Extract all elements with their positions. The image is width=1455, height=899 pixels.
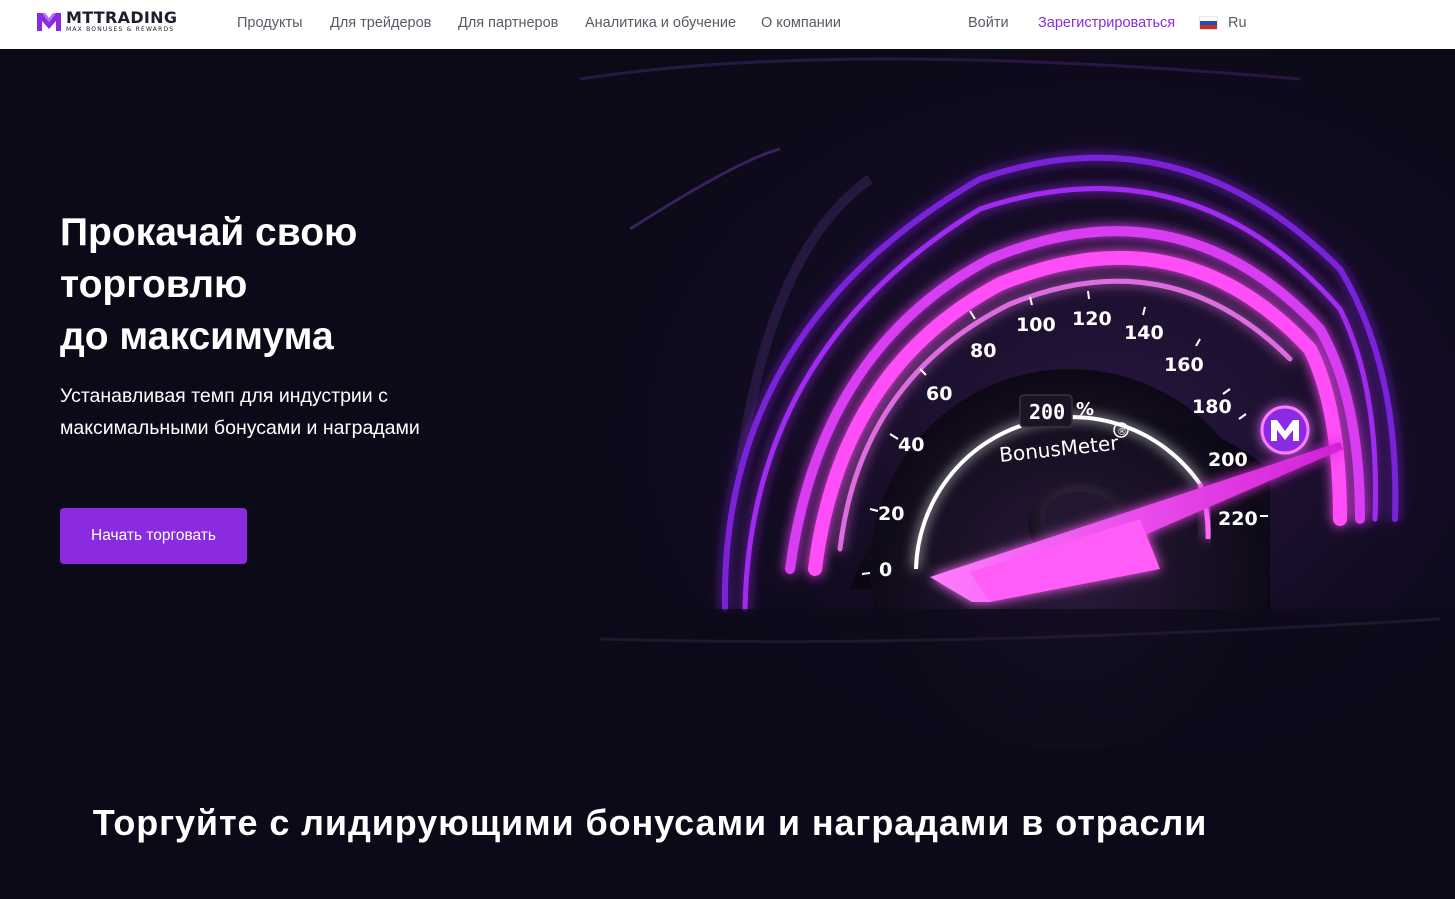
gauge-readout-unit: % [1076,399,1094,420]
gauge-tick-label: 40 [898,434,924,456]
login-link[interactable]: Войти [968,15,1009,31]
section-title: Торгуйте с лидирующими бонусами и наград… [92,802,1208,843]
hero-title-line: до максимума [60,315,334,358]
gauge-tick-label: 220 [1218,508,1258,530]
hero-title: Прокачай свою торговлю до максимума [60,207,560,363]
gauge-tick-label: 140 [1124,322,1164,344]
language-label: Ru [1228,15,1247,31]
russia-flag-icon [1200,17,1217,29]
brand-tagline: MAX BONUSES & REWARDS [66,26,175,33]
language-selector[interactable]: Ru [1200,15,1247,31]
gauge-tick-label: 160 [1164,354,1204,376]
top-navbar: MTTRADING MAX BONUSES & REWARDS Продукты… [0,0,1455,49]
gauge-trademark: ® [1117,427,1127,438]
hero-section: 0 20 40 60 80 100 120 140 160 180 200 22… [0,49,1455,899]
register-link[interactable]: Зарегистрироваться [1038,15,1175,31]
gauge-tick-label: 180 [1192,396,1232,418]
nav-item-products[interactable]: Продукты [237,15,303,31]
nav-item-traders[interactable]: Для трейдеров [330,15,431,31]
brand-badge-icon [1260,405,1310,455]
hero-title-line: Прокачай свою [60,211,358,254]
nav-item-analytics[interactable]: Аналитика и обучение [585,15,736,31]
hero-title-line: торговлю [60,263,248,306]
gauge-tick-label: 60 [926,383,952,405]
gauge-tick-label: 80 [970,340,996,362]
gauge-readout-value: 200 [1029,400,1065,424]
gauge-tick-label: 100 [1016,314,1056,336]
nav-item-partners[interactable]: Для партнеров [458,15,558,31]
hero-subtitle-line: Устанавливая темп для индустрии с [60,385,388,407]
brand-logo[interactable]: MTTRADING MAX BONUSES & REWARDS [37,10,177,33]
bonus-meter-gauge-image: 0 20 40 60 80 100 120 140 160 180 200 22… [540,49,1455,749]
logo-mark-icon [37,12,61,31]
hero-subtitle: Устанавливая темп для индустрии с максим… [60,380,480,444]
gauge-tick-label: 0 [879,559,892,581]
hero-subtitle-line: максимальными бонусами и наградами [60,417,420,439]
gauge-tick-label: 200 [1208,449,1248,471]
nav-item-about[interactable]: О компании [761,15,841,31]
brand-name: MTTRADING [66,8,178,27]
gauge-tick-label: 120 [1072,308,1112,330]
start-trading-button[interactable]: Начать торговать [60,508,247,564]
gauge-tick-label: 20 [878,503,904,525]
